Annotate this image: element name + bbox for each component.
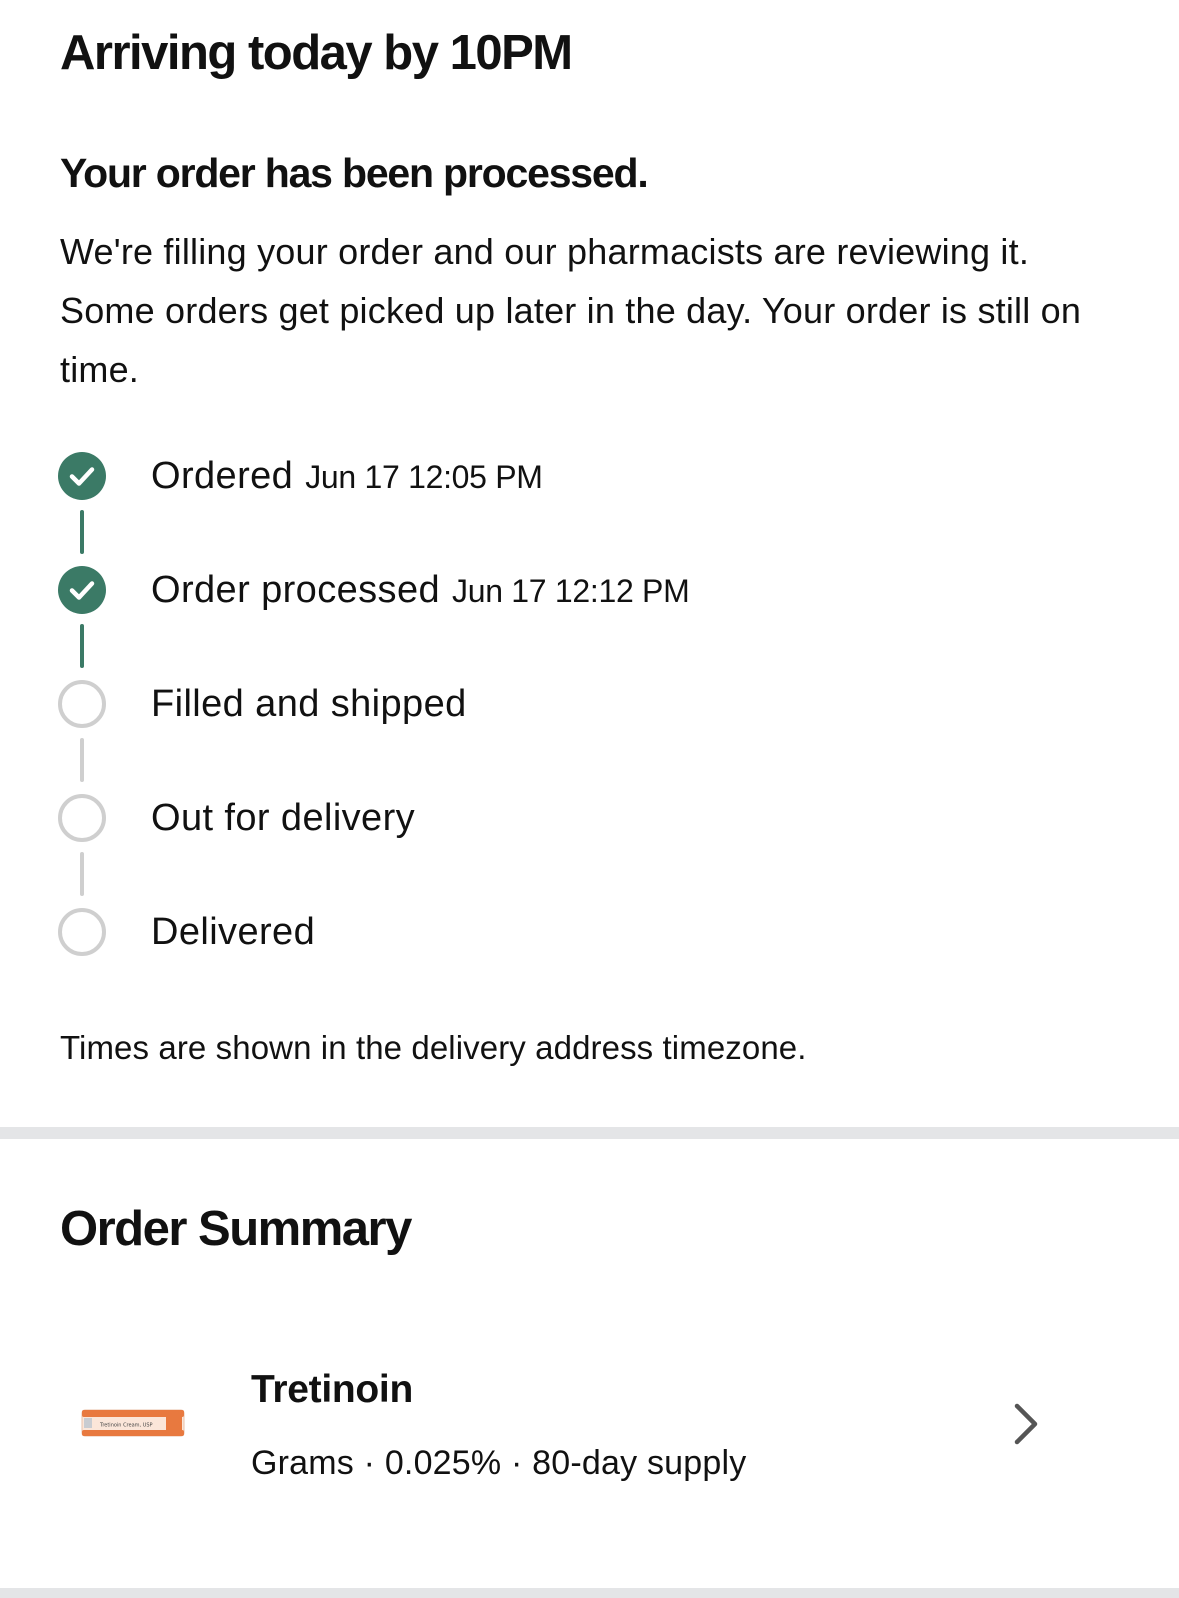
- empty-circle-icon: [58, 680, 106, 728]
- svg-text:Tretinoin Cream, USP: Tretinoin Cream, USP: [99, 1423, 153, 1429]
- tracker-connector: [80, 852, 84, 896]
- checkmark-circle-icon: [58, 566, 106, 614]
- tracker-connector: [80, 624, 84, 668]
- tracker-step-text: Delivered: [151, 910, 315, 962]
- tracker-step-ordered: Ordered Jun 17 12:05 PM: [58, 452, 1158, 566]
- tracker-step-text: Out for delivery: [151, 796, 415, 848]
- tracker-step-text: Order processed Jun 17 12:12 PM: [151, 568, 690, 620]
- tracker-step-text: Ordered Jun 17 12:05 PM: [151, 454, 543, 506]
- timezone-note: Times are shown in the delivery address …: [60, 1029, 807, 1066]
- tracker-step-label: Out for delivery: [151, 797, 416, 839]
- tracker-step-delivered: Delivered: [58, 908, 1158, 1022]
- chevron-right-icon[interactable]: [1008, 1400, 1044, 1448]
- product-details: Grams · 0.025% · 80-day supply: [251, 1444, 747, 1482]
- tracker-step-out-for-delivery: Out for delivery: [58, 794, 1158, 908]
- checkmark-circle-icon: [58, 452, 106, 500]
- product-name: Tretinoin: [251, 1368, 413, 1411]
- order-status-message: We're filling your order and our pharmac…: [60, 231, 1082, 390]
- section-divider: [0, 1127, 1179, 1139]
- tracker-step-filled-and-shipped: Filled and shipped: [58, 680, 1158, 794]
- order-status-heading: Your order has been processed.: [60, 150, 649, 196]
- tracker-step-time: Jun 17 12:12 PM: [452, 573, 690, 609]
- section-divider: [0, 1588, 1179, 1598]
- empty-circle-icon: [58, 794, 106, 842]
- medicine-tube-image: Tretinoin Cream, USP: [81, 1409, 185, 1437]
- tracker-step-text: Filled and shipped: [151, 682, 467, 734]
- tracker-step-order-processed: Order processed Jun 17 12:12 PM: [58, 566, 1158, 680]
- tracker-step-label: Filled and shipped: [151, 683, 467, 725]
- delivery-eta-title: Arriving today by 10PM: [60, 26, 573, 80]
- empty-circle-icon: [58, 908, 106, 956]
- tracker-step-time: Jun 17 12:05 PM: [305, 459, 543, 495]
- tracker-step-label: Ordered: [151, 455, 294, 497]
- order-summary-heading: Order Summary: [60, 1202, 412, 1256]
- tracker-step-label: Order processed: [151, 569, 441, 611]
- tracker-connector: [80, 738, 84, 782]
- order-progress-tracker: Ordered Jun 17 12:05 PM Order processed Ju…: [58, 452, 1158, 1022]
- tracker-connector: [80, 510, 84, 554]
- tracker-step-label: Delivered: [151, 911, 316, 953]
- order-item-tretinoin[interactable]: Tretinoin Cream, USP Tretinoin Grams · 0…: [0, 1340, 1179, 1510]
